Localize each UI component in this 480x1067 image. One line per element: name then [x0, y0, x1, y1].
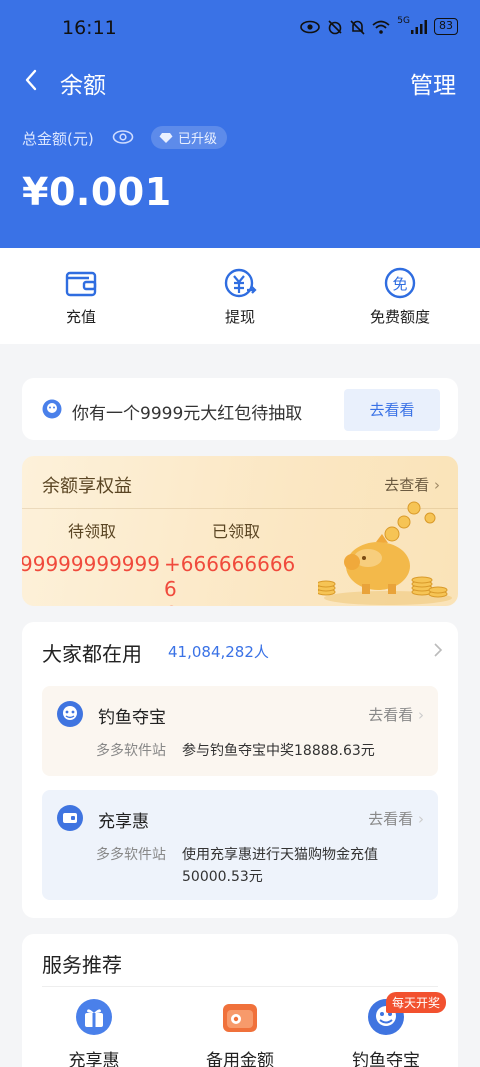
item-view-link[interactable]: 去看看 › [368, 808, 424, 829]
card-icon [57, 805, 83, 831]
benefit-view-link[interactable]: 去查看 › [384, 474, 440, 495]
service-chongxianghui[interactable]: 充享惠 [34, 998, 154, 1067]
gift-icon [76, 999, 112, 1035]
back-icon[interactable] [18, 66, 46, 94]
page-title: 余额 [60, 73, 106, 99]
chevron-right-icon: › [418, 706, 424, 724]
benefit-view-label: 去查看 [384, 476, 430, 494]
item-source: 多多软件站 [96, 743, 166, 759]
balance-header: 余额 管理 总金额(元) 已升级 ¥0.001 [0, 48, 480, 248]
wifi-icon [372, 20, 390, 34]
quick-actions: 充值 提现 免 免费额度 [0, 248, 480, 344]
balance-amount: ¥0.001 [22, 170, 172, 214]
benefit-title: 余额享权益 [42, 476, 132, 497]
item-source: 多多软件站 [96, 847, 166, 863]
piggy-bank-icon [318, 501, 452, 605]
battery-icon: 83 [434, 18, 458, 35]
red-packet-promo: 你有一个9999元大红包待抽取 去看看 [22, 378, 458, 440]
item-description: 参与钓鱼夺宝中奖18888.63元 [182, 743, 375, 759]
service-label: 备用金额 [206, 1051, 274, 1067]
eye-toggle-icon[interactable] [112, 127, 134, 147]
free-quota-label: 免费额度 [369, 308, 430, 326]
pending-label: 待领取 [68, 522, 117, 541]
free-icon: 免 [384, 267, 416, 299]
withdraw-action[interactable]: 提现 [180, 266, 300, 327]
eye-status-icon [300, 20, 321, 33]
fishing-icon [57, 701, 83, 727]
free-quota-action[interactable]: 免 免费额度 [340, 266, 460, 327]
services-title: 服务推荐 [42, 953, 122, 977]
item-name: 钓鱼夺宝 [98, 708, 166, 728]
popular-section: 大家都在用 41,084,282人 钓鱼夺宝 去看看 › 多多软件站 参与钓鱼夺… [22, 622, 458, 918]
item-view-label: 去看看 [368, 706, 414, 724]
item-description: 使用充享惠进行天猫购物金充值50000.53元 [182, 847, 378, 885]
promo-text: 你有一个9999元大红包待抽取 [72, 404, 303, 424]
received-value-main: +6666666666 [164, 552, 296, 601]
popular-item-chongxianghui[interactable]: 充享惠 去看看 › 多多软件站 使用充享惠进行天猫购物金充值50000.53元 [42, 790, 438, 900]
wallet-icon [65, 271, 97, 297]
services-section: 服务推荐 充享惠 备用金额 钓鱼夺宝 每天开奖 [22, 934, 458, 1067]
services-divider [42, 986, 438, 987]
recharge-action[interactable]: 充值 [21, 266, 141, 327]
backup-wallet-icon [223, 1004, 257, 1032]
promo-view-button[interactable]: 去看看 [344, 389, 440, 431]
received-label: 已领取 [212, 522, 261, 541]
upgrade-badge-label: 已升级 [178, 132, 218, 147]
item-name: 充享惠 [98, 812, 149, 832]
bell-off-icon [350, 19, 365, 35]
status-time: 16:11 [62, 17, 117, 39]
withdraw-label: 提现 [224, 308, 255, 326]
item-view-link[interactable]: 去看看 › [368, 704, 424, 725]
signal-icon [411, 19, 427, 34]
pending-value: 99999999999 [22, 552, 160, 576]
balance-benefit-card: 余额享权益 去查看 › 待领取 已领取 99999999999 +6666666… [22, 456, 458, 606]
chevron-right-icon: › [418, 810, 424, 828]
item-view-label: 去看看 [368, 810, 414, 828]
popular-user-count: 41,084,282人 [168, 643, 269, 661]
popular-item-fishing[interactable]: 钓鱼夺宝 去看看 › 多多软件站 参与钓鱼夺宝中奖18888.63元 [42, 686, 438, 776]
manage-button[interactable]: 管理 [410, 66, 456, 100]
service-label: 充享惠 [68, 1051, 120, 1067]
recharge-label: 充值 [65, 308, 96, 326]
chevron-right-icon[interactable] [432, 642, 444, 658]
received-value-tail: 6 [164, 602, 177, 606]
total-amount-label: 总金额(元) [22, 130, 94, 148]
service-label: 钓鱼夺宝 [352, 1051, 420, 1067]
network-label: 5G [397, 15, 410, 26]
daily-draw-badge: 每天开奖 [386, 992, 447, 1013]
status-bar: 16:11 5G 83 [0, 0, 480, 48]
withdraw-icon [224, 268, 257, 298]
chevron-right-icon: › [434, 476, 440, 494]
diamond-icon [159, 132, 173, 143]
received-value: +66666666666 [164, 552, 304, 606]
status-icons: 5G 83 [300, 15, 458, 35]
svg-text:免: 免 [392, 275, 407, 293]
popular-title: 大家都在用 [42, 642, 142, 666]
promo-avatar-icon [42, 399, 62, 419]
upgrade-badge: 已升级 [151, 126, 228, 149]
alarm-off-icon [328, 19, 342, 34]
service-backup-funds[interactable]: 备用金额 [180, 998, 300, 1067]
